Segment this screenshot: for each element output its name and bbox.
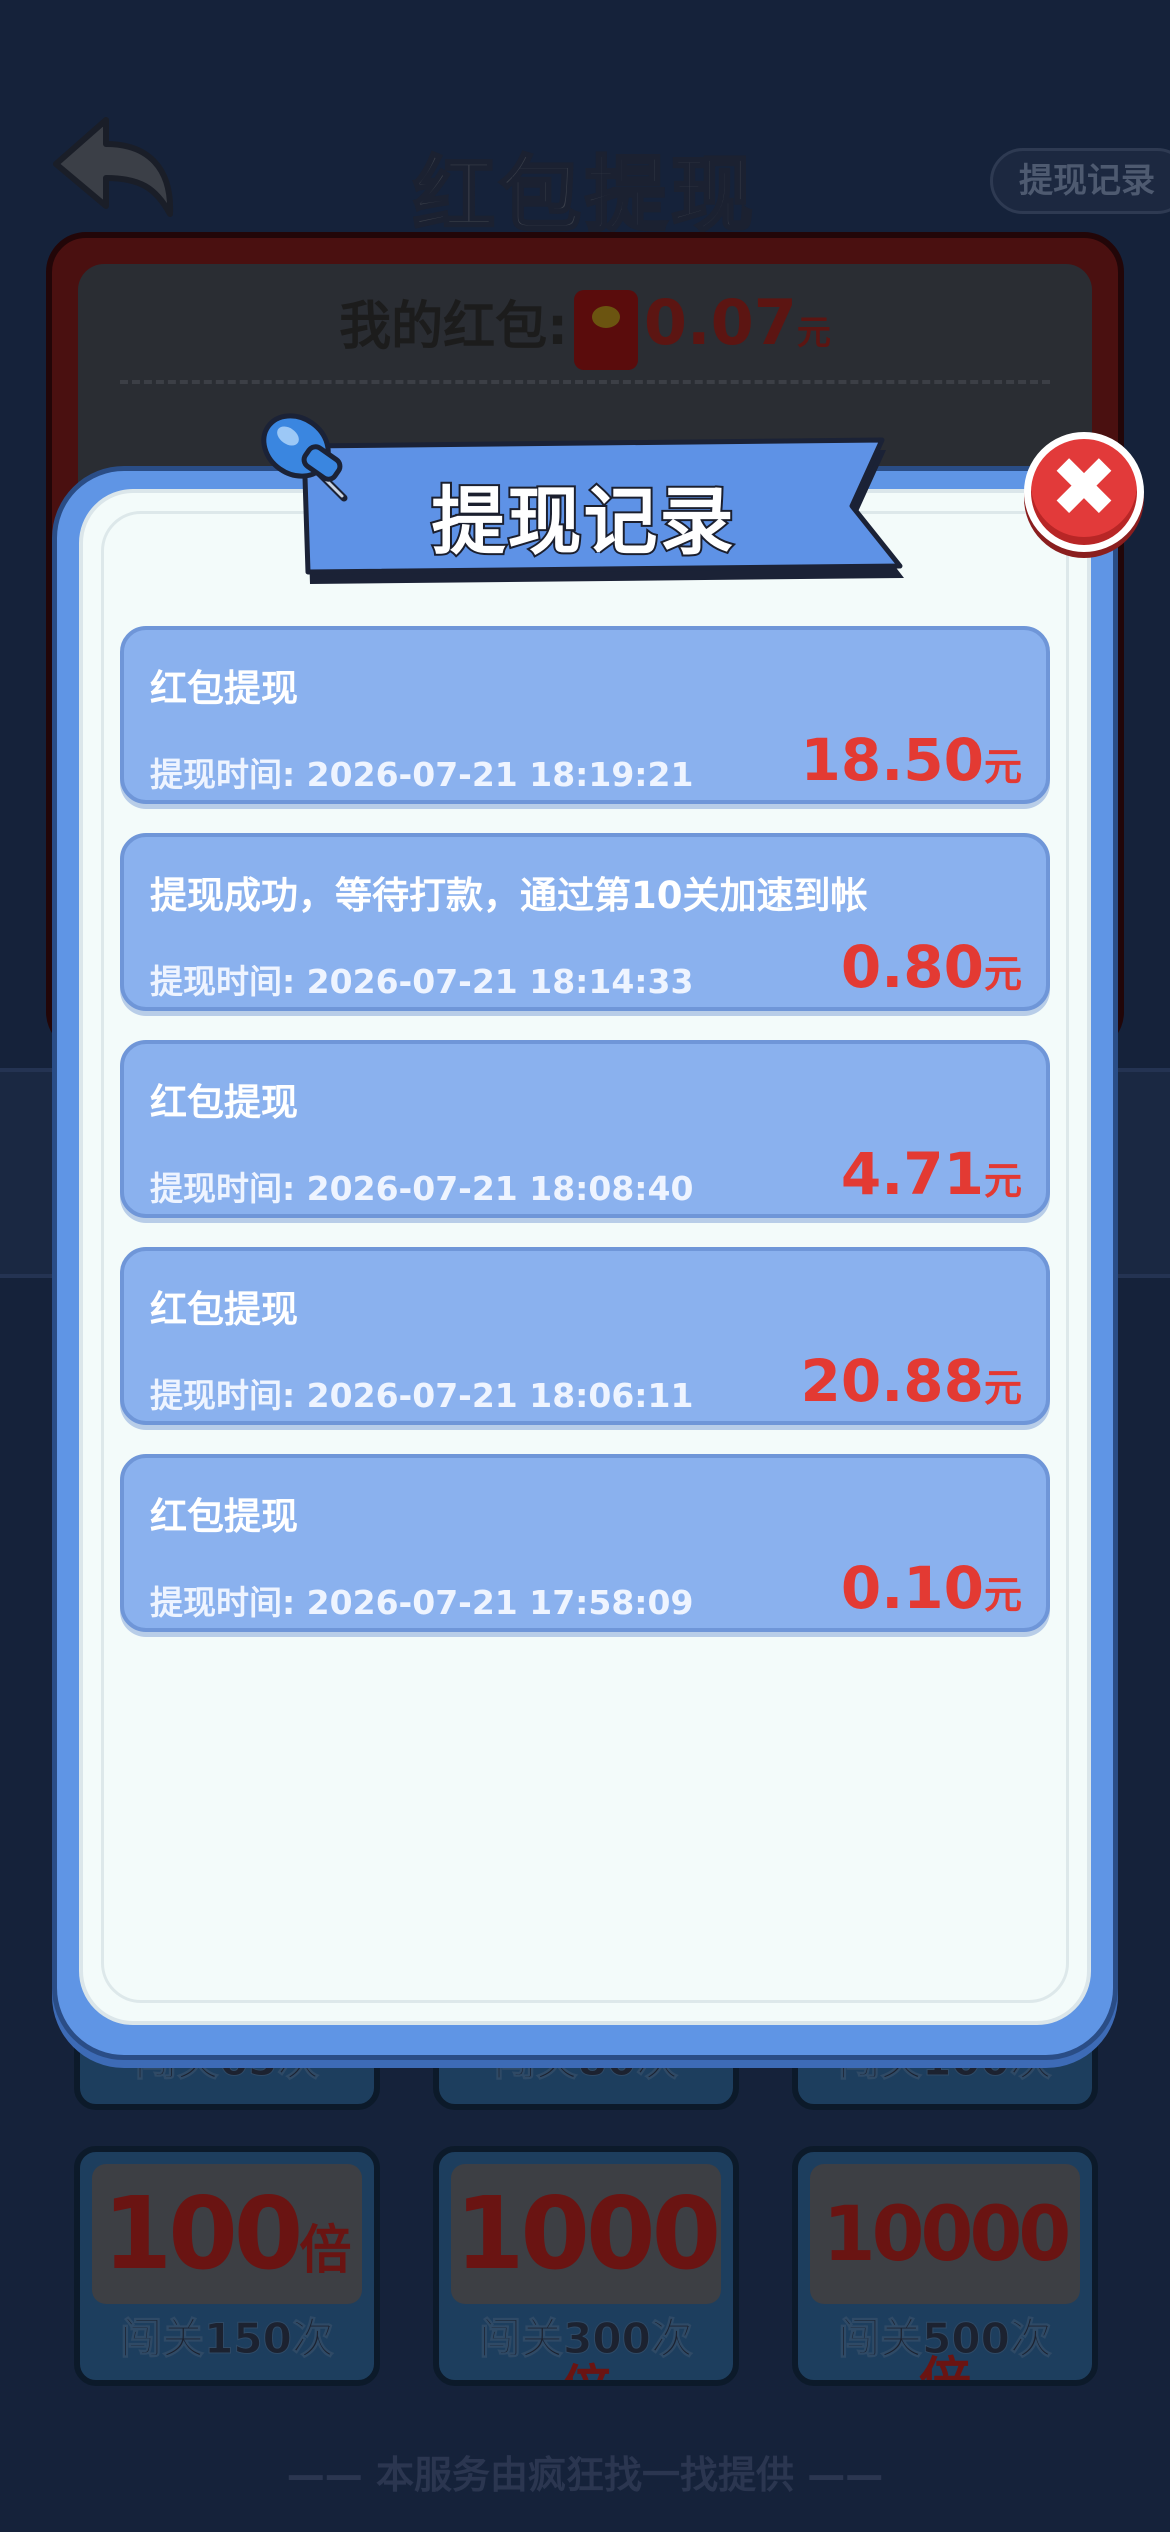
record-item[interactable]: 红包提现 提现时间: 2026-07-21 18:19:21 18.50元	[120, 626, 1050, 804]
balance-amount: 0.07	[643, 286, 797, 359]
record-amount: 18.50元	[801, 726, 1022, 794]
amount-value: 0.80	[840, 933, 984, 1001]
record-title: 红包提现	[150, 667, 298, 710]
tile-multiplier: 100倍	[92, 2164, 362, 2304]
reward-tile[interactable]: 1000倍 闯关300次	[433, 2146, 739, 2386]
multiplier-value: 1000	[454, 2175, 721, 2292]
dashed-divider	[120, 380, 1050, 384]
record-amount: 0.80元	[841, 933, 1022, 1001]
tile-label: 闯关500次	[838, 2314, 1053, 2364]
tile-label: 闯关150次	[120, 2314, 335, 2364]
amount-value: 18.50	[800, 726, 984, 794]
balance-label: 我的红包:	[339, 297, 568, 357]
amount-unit: 元	[983, 1159, 1022, 1203]
record-item[interactable]: 红包提现 提现时间: 2026-07-21 17:58:09 0.10元	[120, 1454, 1050, 1632]
reward-tile[interactable]: 10000倍 闯关500次	[792, 2146, 1098, 2386]
record-item[interactable]: 红包提现 提现时间: 2026-07-21 18:08:40 4.71元	[120, 1040, 1050, 1218]
record-list: 红包提现 提现时间: 2026-07-21 18:19:21 18.50元 提现…	[120, 626, 1050, 1661]
record-title: 提现成功，等待打款，通过第10关加速到帐	[150, 874, 868, 917]
record-time: 提现时间: 2026-07-21 18:19:21	[150, 755, 694, 794]
record-amount: 0.10元	[841, 1554, 1022, 1622]
record-title: 红包提现	[150, 1288, 298, 1331]
record-time: 提现时间: 2026-07-21 18:14:33	[150, 962, 694, 1001]
my-balance: 我的红包: 0.07元	[0, 284, 1170, 370]
amount-value: 20.88	[800, 1347, 984, 1415]
record-title: 红包提现	[150, 1081, 298, 1124]
withdraw-record-link[interactable]: 提现记录	[990, 148, 1170, 214]
record-item[interactable]: 提现成功，等待打款，通过第10关加速到帐 提现时间: 2026-07-21 18…	[120, 833, 1050, 1011]
multiplier-value: 10000	[822, 2189, 1071, 2278]
reward-tile[interactable]: 100倍 闯关150次	[74, 2146, 380, 2386]
amount-unit: 元	[983, 1366, 1022, 1410]
red-packet-icon	[573, 290, 638, 370]
pushpin-icon	[261, 413, 348, 502]
record-item[interactable]: 红包提现 提现时间: 2026-07-21 18:06:11 20.88元	[120, 1247, 1050, 1425]
close-icon: ✖	[1049, 440, 1119, 536]
footer-note: —— 本服务由疯狂找一找提供 ——	[286, 2453, 884, 2497]
record-time: 提现时间: 2026-07-21 18:06:11	[150, 1376, 694, 1415]
multiplier-value: 100	[102, 2175, 304, 2292]
amount-unit: 元	[983, 1573, 1022, 1617]
close-button[interactable]: ✖	[1024, 432, 1144, 552]
reward-tiles-bottom: 100倍 闯关150次 1000倍 闯关300次 10000倍 闯关500次	[74, 2146, 1098, 2386]
balance-unit: 元	[796, 313, 831, 353]
record-amount: 20.88元	[801, 1347, 1022, 1415]
tile-label: 闯关300次	[479, 2314, 694, 2364]
amount-value: 0.10	[840, 1554, 984, 1622]
record-time: 提现时间: 2026-07-21 17:58:09	[150, 1583, 694, 1622]
multiplier-suffix: 倍	[299, 2221, 352, 2281]
tile-multiplier: 1000倍	[451, 2164, 721, 2380]
tile-multiplier: 10000倍	[810, 2164, 1080, 2380]
record-title: 红包提现	[150, 1495, 298, 1538]
record-amount: 4.71元	[841, 1140, 1022, 1208]
amount-unit: 元	[983, 745, 1022, 789]
amount-unit: 元	[983, 952, 1022, 996]
record-time: 提现时间: 2026-07-21 18:08:40	[150, 1169, 694, 1208]
amount-value: 4.71	[840, 1140, 984, 1208]
modal-title: 提现记录	[430, 477, 736, 567]
